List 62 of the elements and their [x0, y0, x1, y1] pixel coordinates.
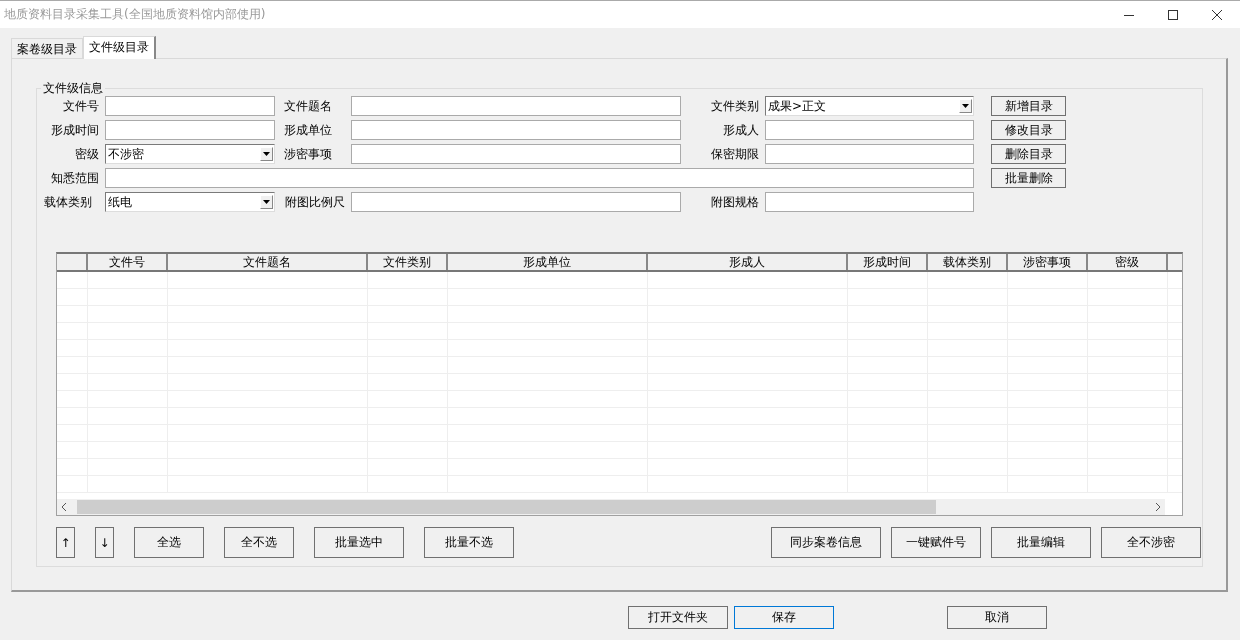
field-label: 文件题名: [283, 97, 333, 115]
column-header[interactable]: 形成人: [648, 254, 848, 270]
field-label: 密级: [74, 145, 99, 163]
input-field[interactable]: [351, 120, 681, 140]
input-field[interactable]: [105, 96, 275, 116]
scroll-right-icon[interactable]: [1155, 503, 1160, 511]
column-header[interactable]: 形成单位: [448, 254, 648, 270]
field-label: 涉密事项: [283, 145, 333, 163]
field-label: 形成人: [722, 121, 759, 139]
field-label: 保密期限: [710, 145, 759, 163]
input-field[interactable]: [351, 144, 681, 164]
field-label: 附图比例尺: [284, 193, 345, 211]
field-label: 文件类别: [710, 97, 759, 115]
button[interactable]: 批量编辑: [991, 527, 1091, 558]
close-icon[interactable]: [1212, 9, 1222, 20]
button[interactable]: 批量选中: [314, 527, 404, 558]
button[interactable]: ↑: [56, 527, 75, 558]
button[interactable]: 修改目录: [991, 120, 1066, 140]
column-header[interactable]: 文件题名: [168, 254, 368, 270]
input-field[interactable]: [105, 168, 974, 188]
column-header[interactable]: 形成时间: [848, 254, 928, 270]
input-field[interactable]: [765, 120, 974, 140]
scroll-left-icon[interactable]: [62, 503, 67, 511]
button[interactable]: 批量删除: [991, 168, 1066, 188]
input-field[interactable]: [351, 96, 681, 116]
button[interactable]: 保存: [734, 606, 834, 629]
field-label: 载体类别: [43, 193, 93, 211]
dropdown[interactable]: 成果>正文: [765, 96, 974, 116]
maximize-icon[interactable]: [1168, 9, 1178, 20]
button[interactable]: 全选: [134, 527, 204, 558]
button[interactable]: 新增目录: [991, 96, 1066, 116]
column-header[interactable]: 密级: [1088, 254, 1168, 270]
scrollbar-thumb[interactable]: [77, 500, 936, 514]
dropdown[interactable]: 纸电: [105, 192, 275, 212]
button[interactable]: ↓: [95, 527, 114, 558]
field-label: 附图规格: [710, 193, 759, 211]
field-label: 知悉范围: [50, 169, 99, 187]
tab[interactable]: 案卷级目录: [11, 38, 83, 58]
window-title: 地质资料目录采集工具(全国地质资料馆内部使用): [3, 6, 266, 23]
button[interactable]: 同步案卷信息: [771, 527, 881, 558]
column-header[interactable]: 文件号: [88, 254, 168, 270]
input-field[interactable]: [765, 144, 974, 164]
input-field[interactable]: [351, 192, 681, 212]
field-label: 形成时间: [50, 121, 99, 139]
button[interactable]: 全不涉密: [1101, 527, 1201, 558]
button[interactable]: 批量不选: [424, 527, 514, 558]
button[interactable]: 打开文件夹: [628, 606, 728, 629]
input-field[interactable]: [105, 120, 275, 140]
tab[interactable]: 文件级目录: [83, 36, 156, 59]
column-header[interactable]: 载体类别: [928, 254, 1008, 270]
button[interactable]: 全不选: [224, 527, 294, 558]
field-label: 文件号: [62, 97, 99, 115]
dropdown[interactable]: 不涉密: [105, 144, 275, 164]
button[interactable]: 删除目录: [991, 144, 1066, 164]
group-title: 文件级信息: [41, 81, 105, 95]
button[interactable]: 一键赋件号: [891, 527, 981, 558]
field-label: 形成单位: [283, 121, 333, 139]
horizontal-scrollbar[interactable]: [57, 499, 1165, 515]
button[interactable]: 取消: [947, 606, 1047, 629]
input-field[interactable]: [765, 192, 974, 212]
column-header[interactable]: 涉密事项: [1008, 254, 1088, 270]
column-header[interactable]: 文件类别: [368, 254, 448, 270]
